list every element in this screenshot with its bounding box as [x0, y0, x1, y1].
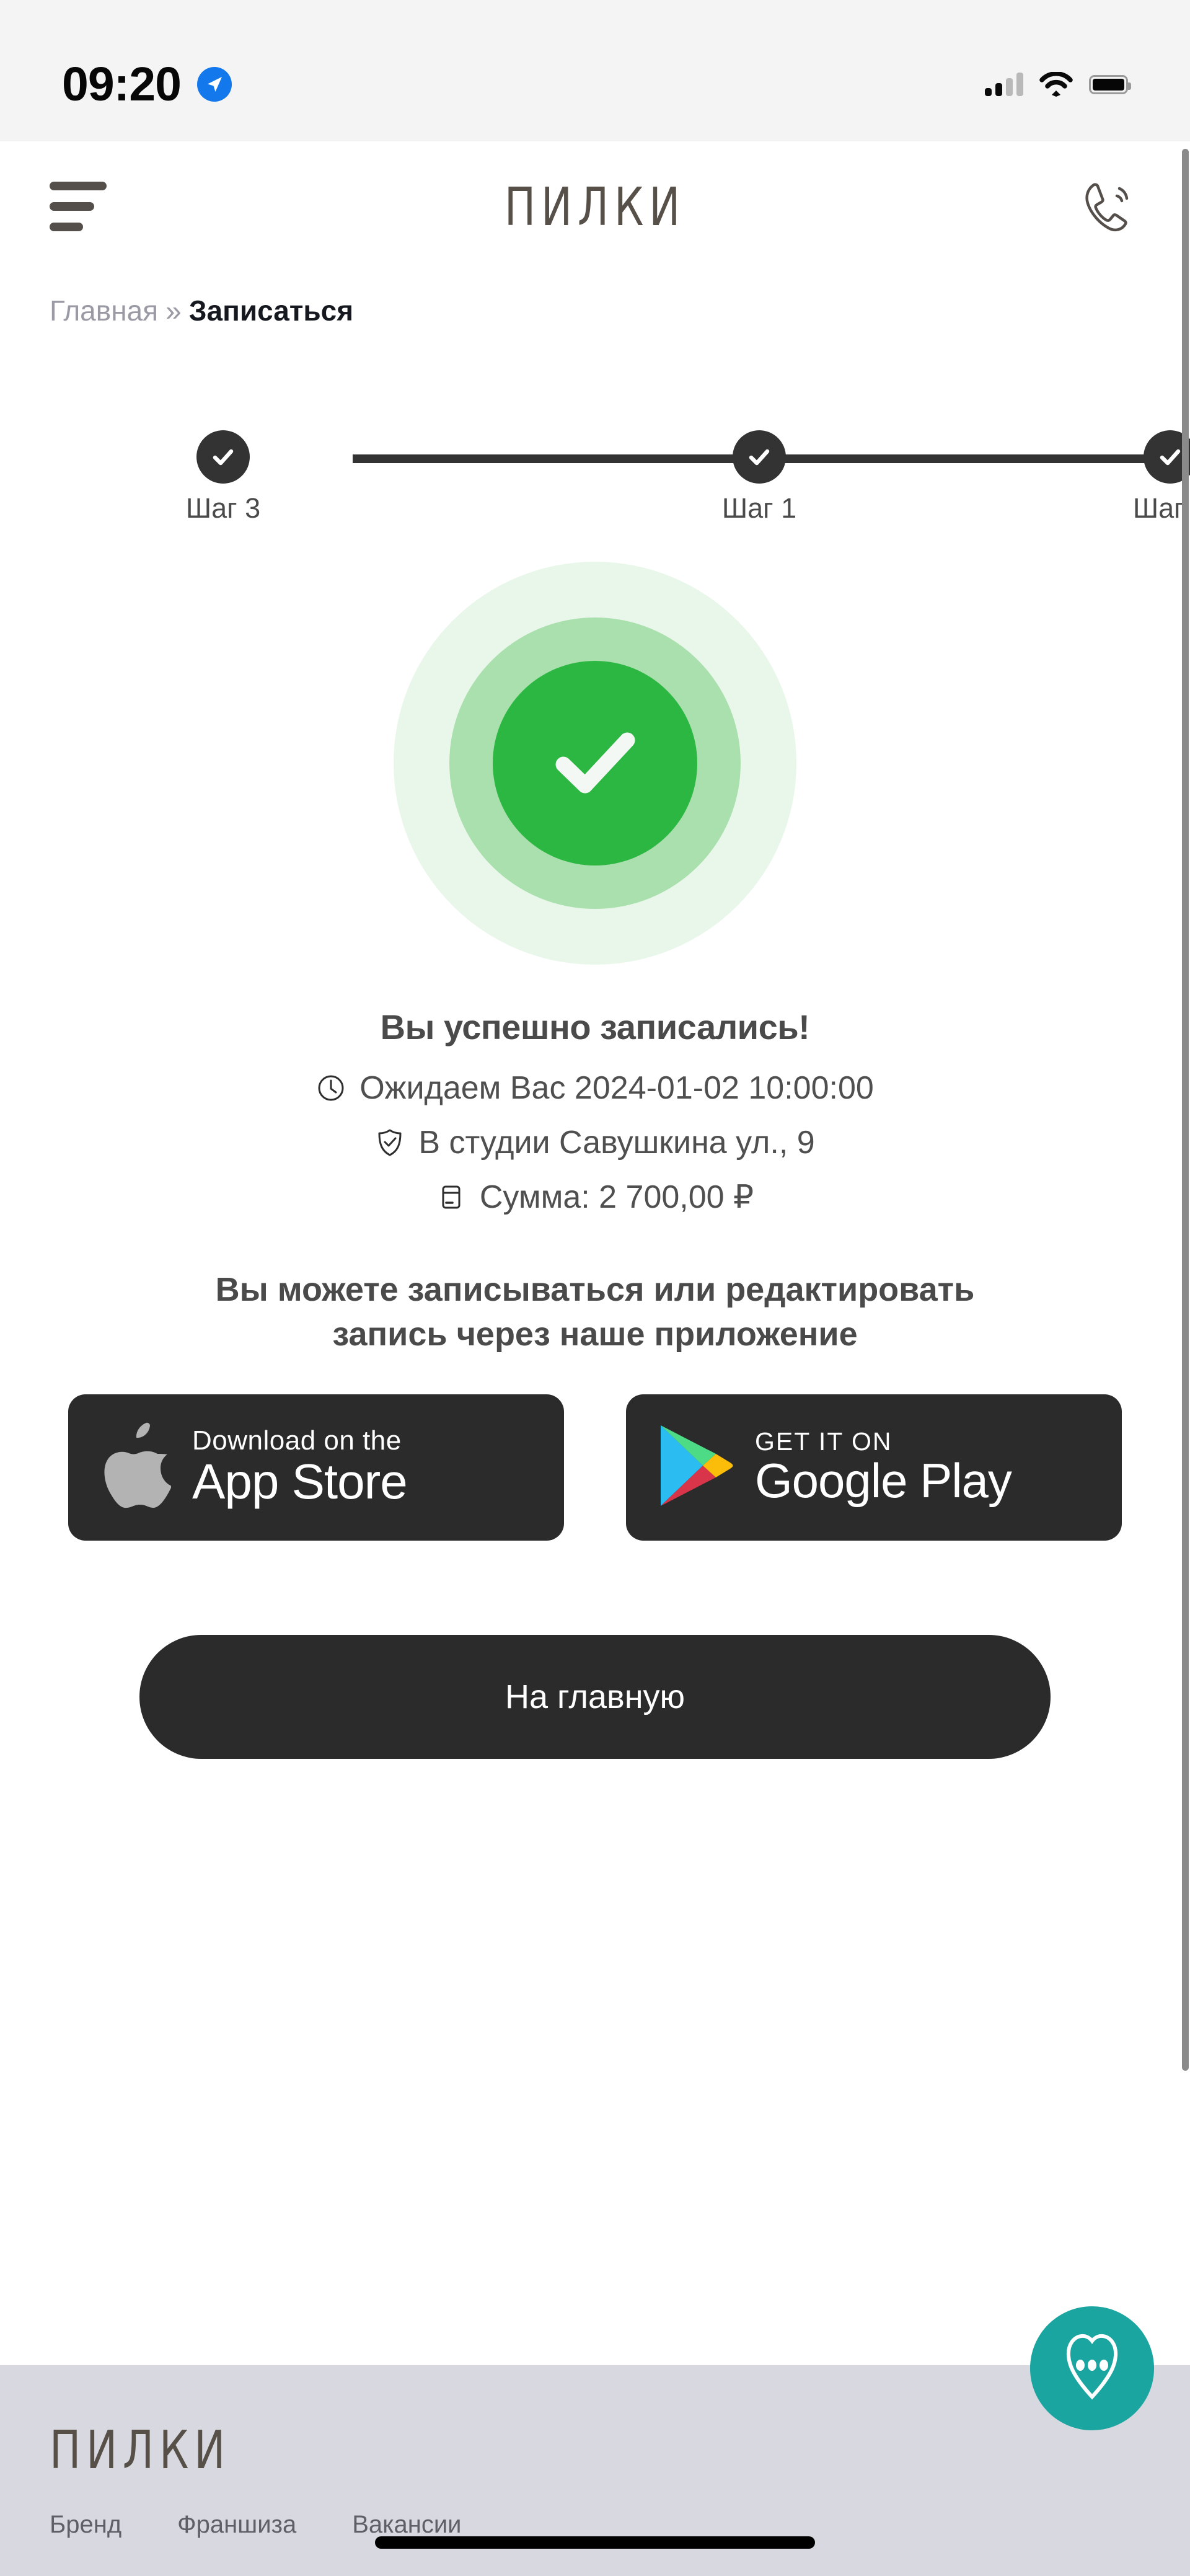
status-bar-clock: 09:20: [62, 57, 182, 111]
cellular-signal-icon: [985, 73, 1023, 96]
apple-logo-icon: [98, 1422, 172, 1513]
stepper-step-2[interactable]: Шаг 2: [1108, 405, 1190, 524]
site-header: ПИЛКИ: [0, 141, 1190, 272]
credit-card-icon: [436, 1182, 466, 1212]
app-store-badge[interactable]: Download on the App Store: [68, 1394, 564, 1541]
app-store-badge-text: Download on the App Store: [192, 1425, 408, 1509]
mobile-screen: 09:20 ПИЛКИ Главная » Записаться Шаг 1 Ш…: [0, 0, 1190, 2576]
status-bar: 09:20: [0, 0, 1190, 141]
breadcrumb-separator: »: [165, 294, 182, 327]
wifi-icon: [1039, 72, 1073, 97]
shield-check-icon: [375, 1128, 405, 1157]
footer-link-brand[interactable]: Бренд: [50, 2511, 121, 2539]
breadcrumb-current: Записаться: [188, 294, 354, 327]
go-home-button[interactable]: На главную: [139, 1634, 1051, 1759]
booking-stepper: Шаг 1 Шаг 2 Шаг 3: [161, 405, 1190, 524]
stepper-step-1[interactable]: Шаг 1: [697, 405, 821, 524]
page-content: ПИЛКИ Главная» Записаться Шаг 1 Шаг Шаг …: [0, 141, 1190, 2576]
site-logo: ПИЛКИ: [504, 175, 686, 237]
footer-links: Бренд Франшиза Вакансии: [50, 2511, 1140, 2539]
success-check-circle-icon: [394, 562, 796, 965]
google-play-badge[interactable]: GET IT ON Google Play: [626, 1394, 1122, 1541]
phone-call-icon[interactable]: [1072, 172, 1140, 241]
stepper-step-3[interactable]: Шаг 3: [161, 405, 285, 524]
app-promo-text: Вы можете записываться или редактировать…: [215, 1271, 975, 1353]
booking-detail-datetime: Ожидаем Вас 2024-01-02 10:00:00: [0, 1069, 1190, 1107]
stepper-step-3-label: Шаг 3: [185, 492, 261, 524]
hamburger-menu-icon[interactable]: [50, 178, 124, 235]
breadcrumb: Главная» Записаться: [0, 272, 1190, 328]
footer-link-jobs[interactable]: Вакансии: [352, 2511, 461, 2539]
check-icon: [733, 430, 786, 484]
booking-detail-amount-text: Сумма: 2 700,00 ₽: [479, 1179, 754, 1216]
booking-detail-address-text: В студии Савушкина ул., 9: [418, 1125, 815, 1161]
store-badges: Download on the App Store GET IT ON Goog…: [68, 1394, 1122, 1541]
success-ring-middle: [449, 617, 741, 910]
booking-detail-datetime-text: Ожидаем Вас 2024-01-02 10:00:00: [359, 1070, 874, 1107]
scrollbar-thumb[interactable]: [1182, 149, 1189, 2071]
booking-details: Ожидаем Вас 2024-01-02 10:00:00 В студии…: [0, 1069, 1190, 1216]
google-play-badge-big-label: Google Play: [755, 1453, 1012, 1508]
check-icon: [196, 430, 250, 484]
footer-logo: ПИЛКИ: [50, 2419, 231, 2481]
chat-bubble-icon[interactable]: [1030, 2306, 1154, 2430]
google-play-icon: [656, 1422, 734, 1513]
location-arrow-icon: [196, 67, 232, 102]
footer-link-franchise[interactable]: Франшиза: [177, 2511, 296, 2539]
page-scrollbar[interactable]: [1181, 141, 1190, 2576]
home-indicator: [375, 2536, 815, 2549]
google-play-badge-text: GET IT ON Google Play: [755, 1427, 1012, 1508]
google-play-badge-small-label: GET IT ON: [755, 1427, 892, 1456]
booking-detail-address: В студии Савушкина ул., 9: [0, 1124, 1190, 1161]
breadcrumb-link-home[interactable]: Главная: [50, 294, 158, 327]
booking-detail-amount: Сумма: 2 700,00 ₽: [0, 1179, 1190, 1216]
app-store-badge-small-label: Download on the: [192, 1425, 402, 1456]
stepper-step-2-label: Шаг 2: [1132, 492, 1190, 524]
battery-full-icon: [1089, 74, 1131, 94]
app-store-badge-big-label: App Store: [192, 1453, 408, 1509]
stepper-step-1-label: Шаг 1: [721, 492, 797, 524]
success-ring-core: [493, 661, 697, 866]
status-bar-left: 09:20: [62, 57, 232, 111]
status-bar-right: [985, 72, 1131, 97]
clock-icon: [316, 1073, 346, 1103]
success-title: Вы успешно записались!: [380, 1007, 810, 1047]
